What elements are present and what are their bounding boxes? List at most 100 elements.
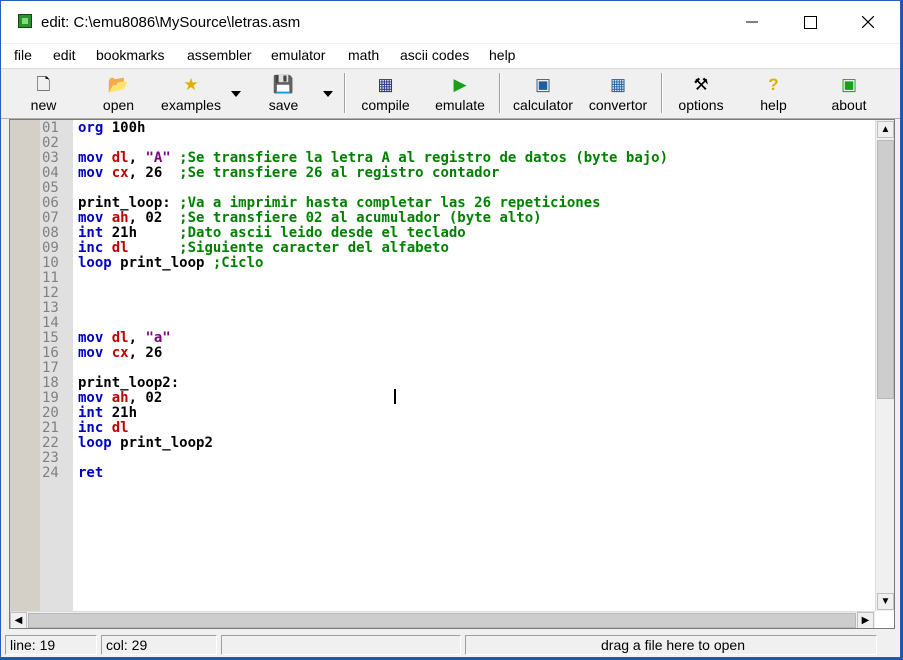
- menu-emulator[interactable]: emulator: [271, 47, 325, 63]
- menu-help[interactable]: help: [489, 47, 515, 63]
- code-editor[interactable]: 01 org 100h 02 03 mov dl, "A" ;Se transfiere…: [9, 119, 895, 629]
- code-text: mov dl, "A" ;Se transfiere la letra A al…: [78, 151, 668, 166]
- about-button[interactable]: ▣ about: [824, 71, 874, 115]
- open-button[interactable]: 📂 open: [91, 71, 146, 115]
- code-text: loop print_loop2: [78, 436, 213, 451]
- line-number: 14: [42, 315, 59, 331]
- code-token: ah: [111, 210, 129, 226]
- title-bar[interactable]: edit: C:\emu8086\MySource\letras.asm: [1, 1, 900, 43]
- menu-bookmarks[interactable]: bookmarks: [96, 47, 164, 63]
- line-number: 19: [42, 390, 59, 406]
- code-token: ;Ciclo: [212, 255, 264, 271]
- about-chip-icon: ▣: [840, 75, 858, 94]
- window-title: edit: C:\emu8086\MySource\letras.asm: [41, 14, 301, 31]
- horizontal-scrollbar[interactable]: ◀ ▶: [10, 611, 875, 628]
- vertical-scroll-thumb[interactable]: [877, 140, 894, 399]
- code-token: dl: [111, 240, 129, 256]
- code-token: cx: [111, 345, 129, 361]
- close-button[interactable]: [839, 1, 897, 43]
- vertical-scrollbar[interactable]: ▲ ▼: [875, 120, 894, 611]
- code-token: dl: [111, 420, 129, 436]
- scroll-left-icon[interactable]: ◀: [10, 612, 27, 628]
- toolbar-separator: [499, 73, 501, 113]
- menu-ascii-codes[interactable]: ascii codes: [400, 47, 469, 63]
- scroll-right-icon[interactable]: ▶: [857, 612, 874, 628]
- toolbar: 🗋 new 📂 open ★ examples 💾 save ▦ compile…: [1, 68, 900, 119]
- new-button[interactable]: 🗋 new: [21, 71, 66, 115]
- line-number: 06: [42, 195, 59, 211]
- code-token: ,: [128, 150, 146, 166]
- line-number: 20: [42, 405, 59, 421]
- minimize-icon: [746, 21, 758, 23]
- code-token: mov: [78, 345, 112, 361]
- code-token: inc: [78, 420, 112, 436]
- compile-button[interactable]: ▦ compile: [353, 71, 418, 115]
- toolbar-separator: [344, 73, 346, 113]
- help-button[interactable]: ? help: [751, 71, 796, 115]
- code-token: 21h: [111, 225, 180, 241]
- code-token: ;Se transfiere 02 al acumulador (byte al…: [179, 210, 542, 226]
- code-token: print_loop:: [78, 195, 180, 211]
- code-token: dl: [111, 330, 129, 346]
- status-col: col: 29: [101, 635, 217, 655]
- emulate-button[interactable]: ▶ emulate: [429, 71, 491, 115]
- save-button[interactable]: 💾 save: [261, 71, 306, 115]
- line-number: 07: [42, 210, 59, 226]
- line-number: 12: [42, 285, 59, 301]
- line-number: 16: [42, 345, 59, 361]
- text-cursor: [394, 389, 396, 404]
- help-question-icon: ?: [768, 75, 779, 94]
- code-text: print_loop: ;Va a imprimir hasta complet…: [78, 196, 601, 211]
- line-number: 22: [42, 435, 59, 451]
- code-token: "A": [145, 150, 171, 166]
- code-token: loop: [78, 435, 121, 451]
- code-text: print_loop2:: [78, 376, 179, 391]
- scroll-up-icon[interactable]: ▲: [877, 121, 894, 138]
- menu-math[interactable]: math: [348, 47, 379, 63]
- star-icon: ★: [183, 75, 199, 94]
- code-token: mov: [78, 165, 112, 181]
- code-token: int: [78, 405, 112, 421]
- options-button[interactable]: ⚒ options: [671, 71, 731, 115]
- line-number: 18: [42, 375, 59, 391]
- minimize-button[interactable]: [723, 1, 781, 43]
- maximize-button[interactable]: [781, 1, 839, 43]
- code-token: ;Va a imprimir hasta completar las 26 re…: [179, 195, 601, 211]
- code-token: mov: [78, 150, 112, 166]
- code-token: ;Se transfiere la letra A al registro de…: [170, 150, 669, 166]
- convertor-button[interactable]: ▦ convertor: [583, 71, 653, 115]
- code-text: mov ah, 02: [78, 391, 162, 406]
- scroll-down-icon[interactable]: ▼: [877, 593, 894, 610]
- code-token: 21h: [111, 405, 138, 421]
- code-text: mov cx, 26: [78, 346, 162, 361]
- new-file-icon: 🗋: [36, 75, 51, 94]
- save-dropdown-arrow[interactable]: [323, 91, 333, 97]
- code-text: mov cx, 26 ;Se transfiere 26 al registro…: [78, 166, 499, 181]
- bookmark-gutter[interactable]: [10, 120, 40, 611]
- examples-button[interactable]: ★ examples: [156, 71, 226, 115]
- menu-edit[interactable]: edit: [53, 47, 76, 63]
- save-disk-icon: 💾: [272, 75, 295, 94]
- code-token: print_loop2:: [78, 375, 180, 391]
- code-text: mov ah, 02 ;Se transfiere 02 al acumulad…: [78, 211, 542, 226]
- line-number: 21: [42, 420, 59, 436]
- line-number: 24: [42, 465, 59, 481]
- play-icon: ▶: [453, 75, 467, 94]
- line-number: 02: [42, 135, 59, 151]
- menu-file[interactable]: file: [14, 47, 32, 63]
- code-token: "a": [145, 330, 171, 346]
- menu-assembler[interactable]: assembler: [187, 47, 252, 63]
- emu8086-chip-icon: [18, 14, 32, 28]
- code-token: int: [78, 225, 112, 241]
- horizontal-scroll-thumb[interactable]: [28, 613, 856, 628]
- line-number: 05: [42, 180, 59, 196]
- examples-dropdown-arrow[interactable]: [231, 91, 241, 97]
- line-number: 17: [42, 360, 59, 376]
- line-number: 15: [42, 330, 59, 346]
- code-text: loop print_loop ;Ciclo: [78, 256, 263, 271]
- code-token: , 02: [128, 210, 180, 226]
- tools-icon: ⚒: [693, 75, 709, 94]
- code-text: int 21h ;Dato ascii leido desde el tecla…: [78, 226, 466, 241]
- calculator-button[interactable]: ▣ calculator: [507, 71, 579, 115]
